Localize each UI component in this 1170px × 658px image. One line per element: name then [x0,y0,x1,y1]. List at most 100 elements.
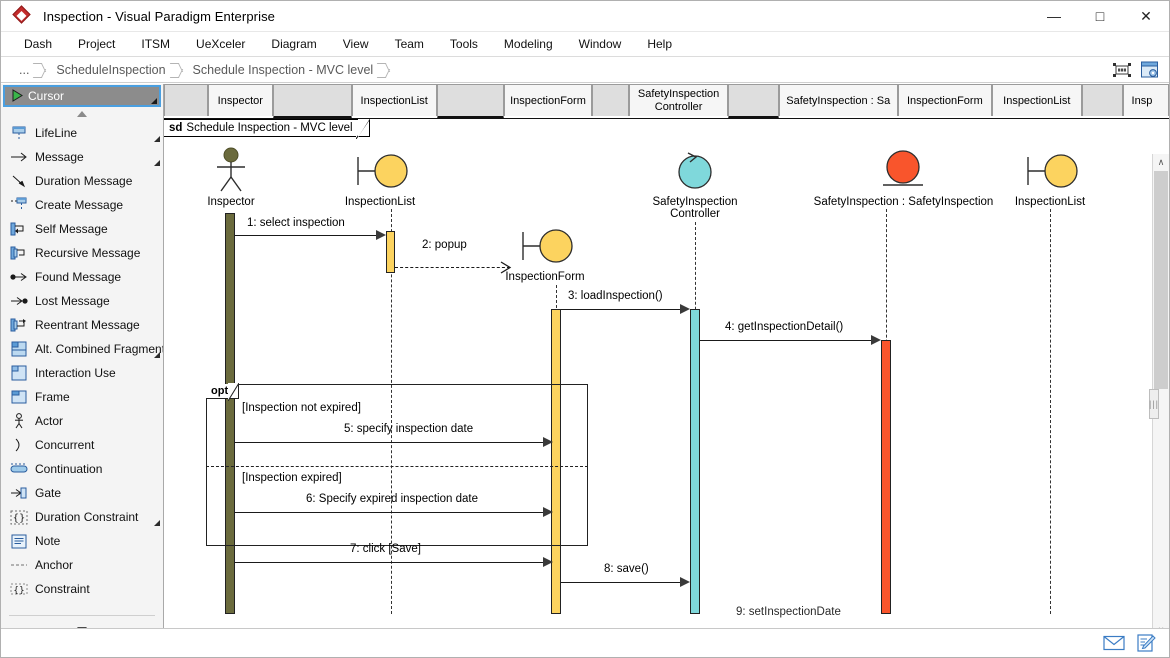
palette-item-lifeline[interactable]: LifeLine [1,121,163,145]
message-line-1[interactable] [235,235,383,236]
palette-item-gate[interactable]: Gate [1,481,163,505]
message-label-4[interactable]: 4: getInspectionDetail() [725,321,843,333]
lifeline-inspector[interactable]: Inspector [176,147,286,208]
create-message-icon [7,197,31,213]
message-line-4[interactable] [700,340,874,341]
menu-view[interactable]: View [330,34,382,54]
vertical-scroll-grip[interactable]: ||| [1149,389,1159,419]
minimize-button[interactable]: — [1031,1,1077,32]
fit-to-screen-icon[interactable] [1111,60,1133,80]
message-label-9[interactable]: 9: setInspectionDate [736,606,841,618]
header-tab-inspectionlist-2[interactable]: InspectionList [992,84,1082,116]
actor-icon [7,413,31,429]
palette-item-label: Concurrent [31,438,94,452]
diagram-canvas-viewport[interactable]: sd Schedule Inspection - MVC level [164,119,1169,657]
vertical-scrollbar[interactable]: ∧ ||| ∨ [1152,154,1169,639]
diagram-canvas[interactable]: sd Schedule Inspection - MVC level [164,119,1149,614]
menu-diagram[interactable]: Diagram [258,34,329,54]
menu-help[interactable]: Help [634,34,685,54]
palette-item-self-message[interactable]: Self Message [1,217,163,241]
lifeline-safetyinspection-entity[interactable]: SafetyInspection : SafetyInspection [796,147,1011,208]
diagram-properties-icon[interactable] [1139,60,1161,80]
palette-item-create-message[interactable]: Create Message [1,193,163,217]
palette-item-lost-message[interactable]: Lost Message [1,289,163,313]
menu-itsm[interactable]: ITSM [128,34,183,54]
header-tab-inspectionlist[interactable]: InspectionList [352,84,437,116]
header-spacer-2[interactable] [437,84,504,119]
message-label-8[interactable]: 8: save() [604,563,649,575]
message-label-2[interactable]: 2: popup [422,239,467,251]
frame-icon [7,390,31,404]
lifeline-safetyinspection-controller[interactable]: SafetyInspection Controller [640,147,750,220]
palette-item-continuation[interactable]: Continuation [1,457,163,481]
frame-tag-notch [356,120,369,139]
message-label-5[interactable]: 5: specify inspection date [344,423,473,435]
palette-item-recursive-message[interactable]: Recursive Message [1,241,163,265]
header-tab-inspectionform-2[interactable]: InspectionForm [898,84,992,116]
palette-item-alt-combined-fragment[interactable]: Alt. Combined Fragment [1,337,163,361]
palette-item-message[interactable]: Message [1,145,163,169]
palette-item-reentrant-message[interactable]: Reentrant Message [1,313,163,337]
header-spacer-4[interactable] [728,84,778,119]
menu-window[interactable]: Window [566,34,635,54]
header-tab-inspector[interactable]: Inspector [208,84,273,116]
message-label-3[interactable]: 3: loadInspection() [568,290,663,302]
palette-item-found-message[interactable]: Found Message [1,265,163,289]
palette-item-frame[interactable]: Frame [1,385,163,409]
message-line-2[interactable] [395,267,510,268]
message-label-7[interactable]: 7: click [Save] [350,543,421,555]
expand-corner-icon [154,352,160,358]
breadcrumb-item-root[interactable]: ... [9,61,46,79]
menu-modeling[interactable]: Modeling [491,34,566,54]
menu-tools[interactable]: Tools [437,34,491,54]
palette-item-duration-message[interactable]: Duration Message [1,169,163,193]
header-tab-insp-clipped[interactable]: Insp [1123,84,1169,116]
palette-scroll-up[interactable] [1,107,163,121]
activation-bar-safetyinspection-entity[interactable] [881,340,891,614]
lifeline-inspectionlist[interactable]: InspectionList [325,147,435,208]
breadcrumb-item-schedule-inspection[interactable]: ScheduleInspection [46,61,182,79]
maximize-button[interactable]: □ [1077,1,1123,32]
palette-item-cursor[interactable]: Cursor [3,85,161,107]
menu-project[interactable]: Project [65,34,128,54]
close-button[interactable]: ✕ [1123,1,1169,32]
header-spacer-3[interactable] [592,84,629,116]
message-line-5[interactable] [235,442,550,443]
message-label-6[interactable]: 6: Specify expired inspection date [306,493,478,505]
palette-item-label: Duration Constraint [31,510,138,524]
header-spacer-1[interactable] [273,84,352,119]
lifeline-inspectionlist-right[interactable]: InspectionList [995,147,1105,208]
menu-team[interactable]: Team [382,34,437,54]
palette-item-label: Note [31,534,60,548]
message-line-3[interactable] [561,309,682,310]
palette-item-constraint[interactable]: {} Constraint [1,577,163,601]
note-edit-icon[interactable] [1135,634,1157,652]
header-tab-safetyinspection-entity[interactable]: SafetyInspection : Sa [779,84,898,116]
scroll-up-button[interactable]: ∧ [1153,154,1169,171]
header-tab-inspectionform[interactable]: InspectionForm [504,84,592,116]
palette-item-anchor[interactable]: Anchor [1,553,163,577]
breadcrumb-item-diagram[interactable]: Schedule Inspection - MVC level [183,61,391,79]
message-line-6[interactable] [235,512,550,513]
header-tab-safetyinspection-controller[interactable]: SafetyInspection Controller [629,84,728,116]
menu-dash[interactable]: Dash [11,34,65,54]
palette-item-label: Message [31,150,84,164]
vertical-scroll-thumb[interactable] [1154,171,1168,389]
message-label-1[interactable]: 1: select inspection [247,217,345,229]
palette-item-label: Lost Message [31,294,110,308]
activation-bar-safetyinspection-controller[interactable] [690,309,700,614]
message-arrowhead-5 [543,437,553,447]
status-bar [1,628,1169,657]
palette-item-concurrent[interactable]: Concurrent [1,433,163,457]
activation-bar-inspectionlist[interactable] [386,231,395,273]
menu-uexceler[interactable]: UeXceler [183,34,258,54]
palette-item-actor[interactable]: Actor [1,409,163,433]
message-line-8[interactable] [561,582,682,583]
palette-item-note[interactable]: Note [1,529,163,553]
header-spacer-0[interactable] [164,84,208,116]
mail-icon[interactable] [1103,634,1125,652]
header-spacer-5[interactable] [1082,84,1123,116]
palette-item-duration-constraint[interactable]: {} Duration Constraint [1,505,163,529]
message-line-7[interactable] [235,562,550,563]
palette-item-interaction-use[interactable]: Interaction Use [1,361,163,385]
